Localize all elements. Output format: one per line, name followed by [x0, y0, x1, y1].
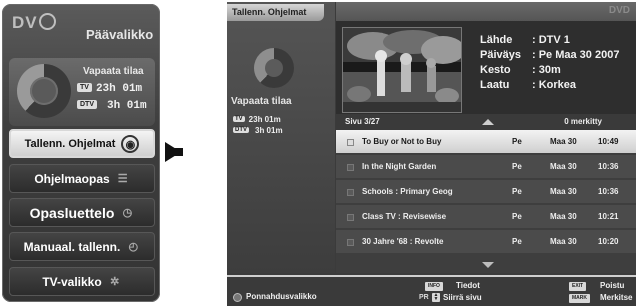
- recorded-programs-screen: Tallenn. Ohjelmat Vapaata tilaa TV 23h 01…: [227, 2, 636, 306]
- page-bar: Sivu 3/27 0 merkitty: [336, 114, 636, 130]
- popup-menu-label: Ponnahdusvalikko: [246, 292, 317, 301]
- menu-item-label: TV-valikko: [42, 274, 102, 289]
- page-move-label: Siirrä sivu: [443, 293, 482, 302]
- disc-icon: ◉: [121, 134, 140, 153]
- scroll-down-icon[interactable]: [482, 262, 494, 268]
- exit-label: Poistu: [600, 281, 625, 290]
- main-panel: DVD Lähde: DTV 1 Päiväys: Pe Maa 30 20…: [336, 2, 636, 273]
- footer-help-bar: Ponnahdusvalikko INFO Tiedot PR ▲ ▼ Siirr…: [227, 275, 636, 306]
- menu-item-program-guide[interactable]: Ohjelmaopas ☰: [9, 164, 155, 193]
- dtv-tag: DTV: [233, 127, 249, 133]
- list-item[interactable]: To Buy or Not to Buy Pe Maa 30 10:49: [336, 130, 636, 153]
- clock-hand-icon: ◴: [128, 240, 139, 253]
- menu-item-label: Manuaal. tallenn.: [23, 239, 121, 254]
- mark-checkbox[interactable]: [347, 139, 354, 146]
- tv-tag: TV: [233, 116, 245, 122]
- exit-button[interactable]: EXIT: [569, 282, 587, 291]
- menu-item-label: Ohjelmaopas: [34, 171, 110, 186]
- clock-book-icon: ◷: [122, 206, 133, 219]
- mark-label: Merkitse: [600, 293, 633, 302]
- menu-title: Päävalikko: [86, 27, 154, 42]
- free-space-chart-icon: [254, 48, 294, 88]
- mark-checkbox[interactable]: [347, 239, 354, 246]
- side-panel: Tallenn. Ohjelmat Vapaata tilaa TV 23h 01…: [227, 2, 335, 273]
- mark-checkbox[interactable]: [347, 189, 354, 196]
- date-line: Päiväys: Pe Maa 30 2007: [480, 49, 620, 61]
- tab-recorded-programs[interactable]: Tallenn. Ohjelmat: [227, 4, 324, 21]
- top-bar: DVD: [336, 2, 636, 21]
- menu-item-label: Tallenn. Ohjelmat: [24, 137, 116, 150]
- list-icon: ☰: [117, 172, 128, 185]
- tv-space-value: 23h 01m: [95, 83, 143, 95]
- source-line: Lähde: DTV 1: [480, 34, 570, 46]
- menu-item-tv-menu[interactable]: TV-valikko ✲: [9, 267, 155, 296]
- program-info-panel: Lähde: DTV 1 Päiväys: Pe Maa 30 2007 Kes…: [336, 21, 636, 114]
- dtv-space-value: 3h 01m: [107, 100, 147, 112]
- popup-menu-icon: [233, 293, 242, 302]
- page-arrows-icon[interactable]: ▲ ▼: [432, 293, 440, 302]
- info-label: Tiedot: [456, 281, 480, 290]
- footer-divider: [227, 275, 636, 277]
- list-item[interactable]: Schools : Primary Geog Pe Maa 30 10:36: [336, 180, 636, 203]
- tv-space-row: TV 23h 01m: [233, 115, 281, 124]
- mark-checkbox[interactable]: [347, 164, 354, 171]
- quality-line: Laatu: Korkea: [480, 79, 577, 91]
- free-space-label: Vapaata tilaa: [83, 66, 144, 77]
- list-item[interactable]: Class TV : Revisewise Pe Maa 30 10:21: [336, 205, 636, 228]
- free-space-chart-icon: [17, 64, 71, 118]
- pr-label: PR: [419, 294, 429, 301]
- tv-space-row: TV 23h 01m: [77, 83, 142, 95]
- list-item[interactable]: In the Night Garden Pe Maa 30 10:36: [336, 155, 636, 178]
- free-space-label: Vapaata tilaa: [231, 96, 292, 107]
- right-arrow-icon: [165, 142, 181, 162]
- dtv-space-value: 3h 01m: [255, 126, 283, 135]
- dtv-space-row: DTV 3h 01m: [77, 100, 147, 112]
- recording-list: To Buy or Not to Buy Pe Maa 30 10:49 In …: [336, 130, 636, 255]
- tv-tag: TV: [77, 83, 92, 92]
- mark-checkbox[interactable]: [347, 214, 354, 221]
- scroll-up-icon[interactable]: [482, 119, 494, 125]
- tv-space-value: 23h 01m: [248, 115, 281, 124]
- menu-item-recorded-programs[interactable]: Tallenn. Ohjelmat ◉: [9, 129, 155, 158]
- list-item[interactable]: 30 Jahre '68 : Revolte Pe Maa 30 10:20: [336, 230, 636, 253]
- gears-icon: ✲: [110, 275, 120, 288]
- duration-line: Kesto: 30m: [480, 64, 561, 76]
- menu-item-guide-list[interactable]: Opasluettelo ◷: [9, 198, 155, 227]
- free-space-panel: Vapaata tilaa TV 23h 01m DTV 3h 01m: [9, 58, 155, 126]
- mark-button[interactable]: MARK: [569, 294, 590, 303]
- info-button[interactable]: INFO: [425, 282, 443, 291]
- dtv-tag: DTV: [77, 100, 97, 109]
- program-details: Lähde: DTV 1 Päiväys: Pe Maa 30 2007 Kes…: [480, 33, 619, 93]
- page-indicator: Sivu 3/27: [345, 117, 380, 126]
- menu-item-label: Opasluettelo: [29, 204, 115, 221]
- dvd-logo: DVD: [608, 5, 630, 16]
- dvd-logo: DV: [12, 13, 56, 33]
- dtv-space-row: DTV 3h 01m: [233, 126, 283, 135]
- program-thumbnail: [342, 27, 462, 113]
- main-menu-panel: DV Päävalikko Vapaata tilaa TV 23h 01m DT…: [2, 4, 160, 302]
- menu-item-manual-record[interactable]: Manuaal. tallenn. ◴: [9, 232, 155, 261]
- marked-count: 0 merkitty: [564, 117, 602, 126]
